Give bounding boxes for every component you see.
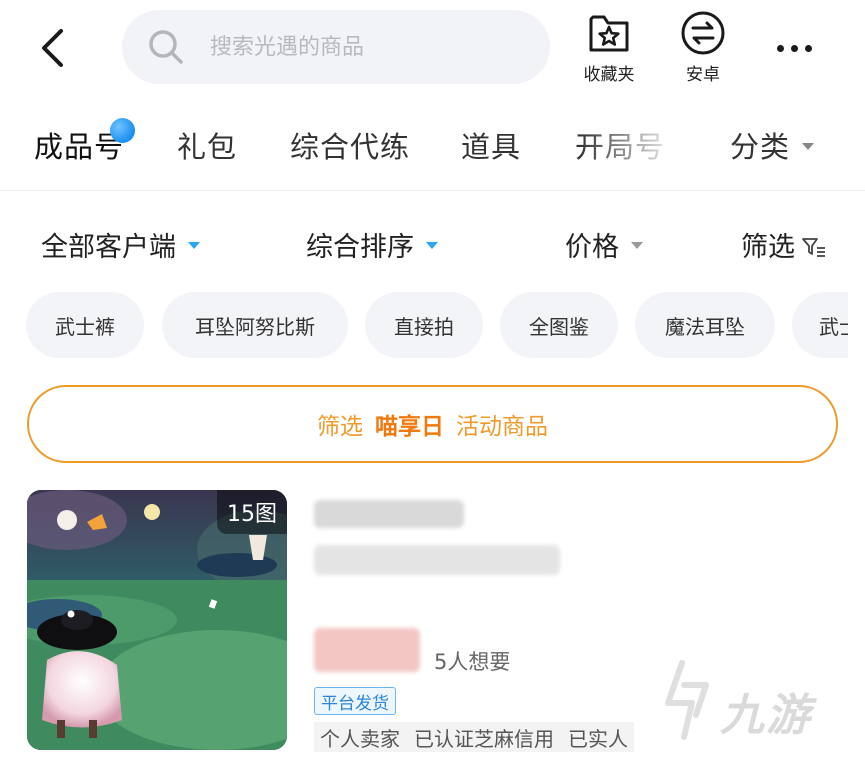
- tab-gift-pack[interactable]: 礼包: [177, 124, 237, 166]
- search-input[interactable]: [210, 34, 530, 60]
- platform-shipping-badge: 平台发货: [314, 687, 396, 715]
- favorites-label: 收藏夹: [583, 65, 635, 85]
- seller-tags: 个人卖家 已认证芝麻信用 已实人: [314, 722, 634, 752]
- want-count: 5人想要: [434, 650, 511, 674]
- chip-item[interactable]: 直接拍: [365, 292, 483, 358]
- star-folder-icon: [589, 15, 629, 52]
- top-bar: 收藏夹 安卓: [0, 0, 865, 98]
- promo-filter-banner[interactable]: 筛选 喵享日 活动商品: [27, 385, 838, 463]
- shipping-badge-label: 平台发货: [321, 693, 389, 714]
- chip-label: 武士: [819, 314, 848, 339]
- client-filter-dropdown[interactable]: 全部客户端: [41, 225, 200, 264]
- android-button[interactable]: 安卓: [668, 10, 738, 85]
- chevron-left-icon: [42, 29, 63, 67]
- price-sort-label: 价格: [565, 232, 619, 263]
- tab-items[interactable]: 道具: [461, 124, 521, 166]
- seller-tag: 已实人: [568, 726, 628, 751]
- obscured-subtitle-line: [314, 545, 560, 575]
- banner-highlight: 喵享日: [375, 414, 444, 440]
- photo-count-label: 15图: [227, 502, 277, 527]
- tab-categories[interactable]: 分类: [730, 124, 815, 166]
- back-button[interactable]: [30, 24, 74, 72]
- favorites-button[interactable]: 收藏夹: [574, 10, 644, 85]
- chip-item[interactable]: 魔法耳坠: [635, 292, 775, 358]
- chip-item[interactable]: 武士: [792, 292, 848, 358]
- seller-tag: 已认证芝麻信用: [414, 726, 554, 751]
- tab-label: 分类: [730, 130, 791, 164]
- price-sort-dropdown[interactable]: 价格: [565, 225, 643, 264]
- funnel-icon: [802, 237, 825, 257]
- chip-label: 全图鉴: [529, 314, 589, 339]
- watermark-text: 九游: [720, 690, 812, 741]
- seller-tag: 个人卖家: [320, 726, 400, 751]
- category-tabs: 成品号 礼包 综合代练 道具 开局号 分类: [0, 110, 865, 180]
- sort-bar: 全部客户端 综合排序 价格 筛选: [0, 205, 865, 280]
- chip-item[interactable]: 耳坠阿努比斯: [162, 292, 348, 358]
- filter-label: 筛选: [741, 232, 795, 263]
- chip-item[interactable]: 全图鉴: [500, 292, 618, 358]
- divider: [0, 190, 865, 191]
- tab-starter-account[interactable]: 开局号: [575, 124, 665, 166]
- product-thumbnail[interactable]: 15图: [27, 490, 287, 750]
- notification-dot: [110, 118, 135, 143]
- sort-order-label: 综合排序: [306, 232, 414, 263]
- caret-down-icon: [631, 242, 643, 249]
- photo-count-badge: 15图: [217, 490, 287, 534]
- more-button[interactable]: [772, 30, 816, 66]
- filter-button[interactable]: 筛选: [741, 225, 827, 264]
- caret-down-icon: [802, 142, 815, 150]
- tab-boosting[interactable]: 综合代练: [290, 124, 410, 166]
- caret-down-icon: [426, 242, 438, 249]
- search-bar[interactable]: [122, 10, 550, 84]
- chip-item[interactable]: 武士裤: [26, 292, 144, 358]
- chip-label: 武士裤: [55, 314, 115, 339]
- client-filter-label: 全部客户端: [41, 232, 176, 263]
- tab-label: 综合代练: [290, 130, 411, 164]
- swap-circle-icon: [681, 11, 725, 55]
- obscured-price: [314, 628, 420, 672]
- more-dots-icon: [776, 44, 812, 52]
- android-label: 安卓: [686, 65, 720, 85]
- search-icon: [149, 30, 183, 64]
- tab-label: 开局号: [575, 130, 666, 164]
- chip-label: 耳坠阿努比斯: [195, 314, 315, 339]
- caret-down-icon: [188, 242, 200, 249]
- banner-suffix: 活动商品: [456, 414, 548, 440]
- tab-label: 道具: [461, 130, 522, 164]
- banner-prefix: 筛选: [317, 414, 363, 440]
- sort-order-dropdown[interactable]: 综合排序: [306, 225, 438, 264]
- chip-label: 直接拍: [394, 314, 454, 339]
- obscured-title-line: [314, 500, 464, 528]
- tab-label: 礼包: [177, 130, 238, 164]
- keyword-chips: 武士裤 耳坠阿努比斯 直接拍 全图鉴 魔法耳坠 武士: [0, 292, 848, 358]
- watermark-logo: 九游: [654, 655, 829, 745]
- chip-label: 魔法耳坠: [665, 314, 745, 339]
